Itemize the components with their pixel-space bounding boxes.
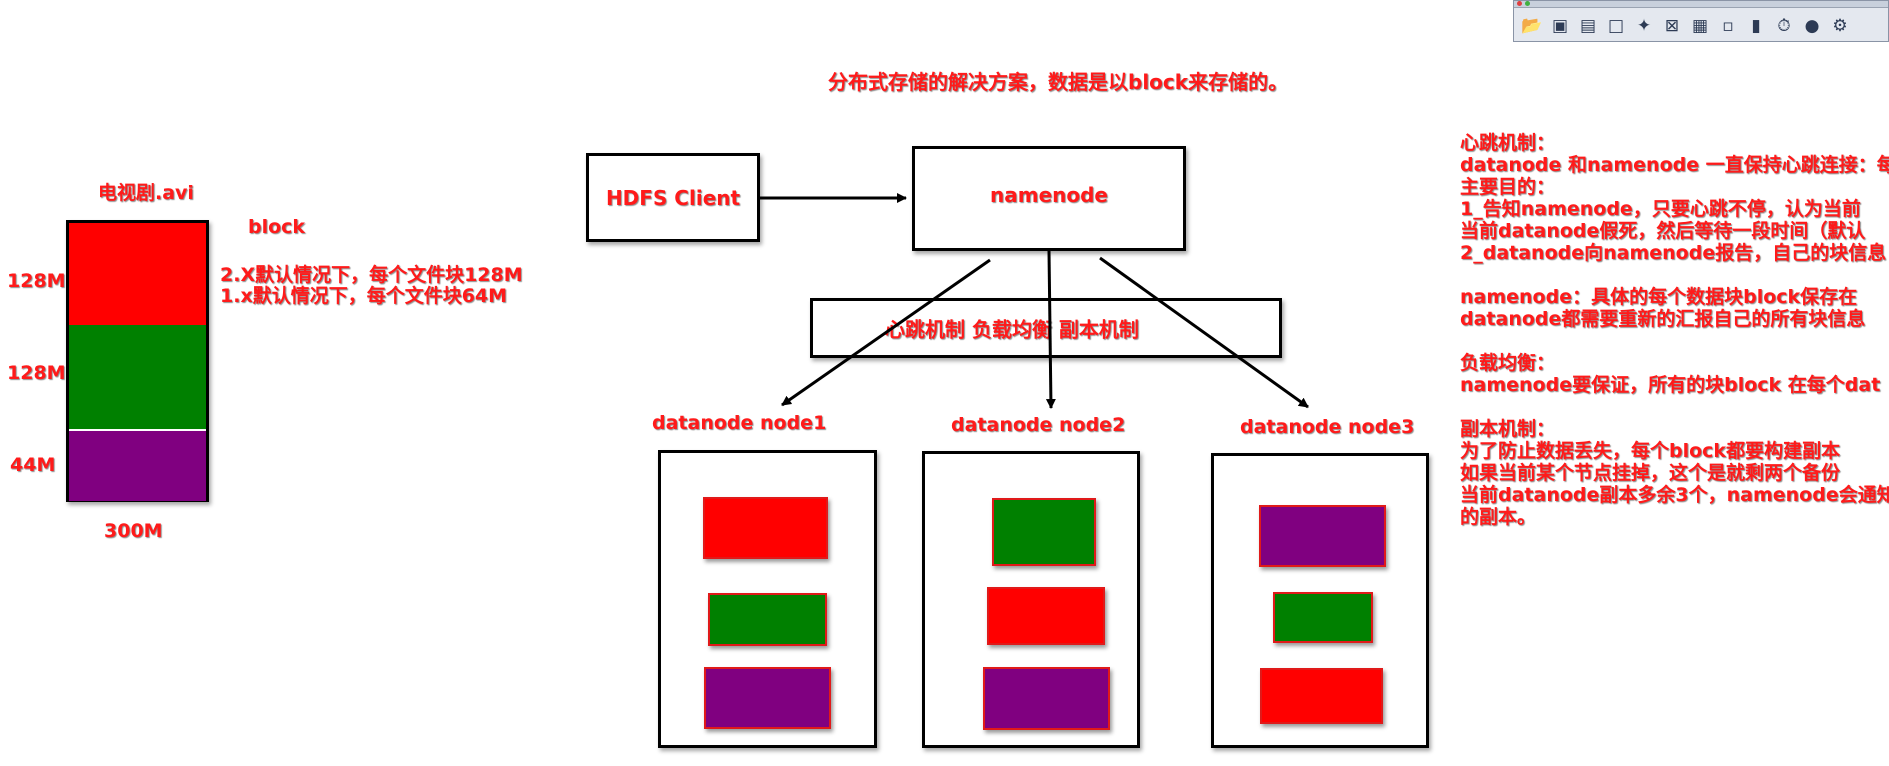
data-block	[708, 593, 827, 646]
heartbeat-line: 2_datanode向namenode报告，自己的块信息	[1460, 242, 1887, 264]
heartbeat-heading: 心跳机制：	[1460, 132, 1556, 154]
capture-scrolling-icon[interactable]: ▦	[1688, 14, 1712, 38]
data-block	[992, 498, 1096, 566]
data-block	[1260, 668, 1383, 724]
capture-object-icon[interactable]: ▤	[1576, 14, 1600, 38]
settings-icon[interactable]: ⚙	[1828, 14, 1852, 38]
datanode-label: datanode node3	[1240, 416, 1415, 438]
heartbeat-line: 1_告知namenode，只要心跳不停，认为当前	[1460, 198, 1861, 220]
toolbar-titlebar	[1514, 1, 1888, 8]
replica-line: 为了防止数据丢失，每个block都要构建副本	[1460, 440, 1841, 462]
namenode-to-node2-arrow	[1045, 250, 1056, 409]
datanode-label: datanode node1	[652, 412, 827, 434]
replica-line: 当前datanode副本多余3个，namenode会通知	[1460, 484, 1889, 506]
replica-line: 的副本。	[1460, 506, 1537, 528]
replica-line: 如果当前某个节点挂掉，这个是就剩两个备份	[1460, 462, 1841, 484]
timer-icon[interactable]: ⏱	[1772, 14, 1796, 38]
replica-heading: 副本机制：	[1460, 418, 1556, 440]
data-block	[983, 667, 1110, 730]
namenode-note-line: namenode：具体的每个数据块block保存在	[1460, 286, 1858, 308]
open-folder-icon[interactable]: 📂	[1520, 14, 1544, 38]
datanode-node1-box	[658, 450, 877, 748]
data-block	[703, 497, 828, 559]
balance-heading: 负载均衡：	[1460, 352, 1556, 374]
data-block	[1259, 505, 1386, 567]
explanation-notes: 心跳机制： datanode 和namenode 一直保持心跳连接：每 主要目的…	[1460, 132, 1889, 528]
namenode-note-line: datanode都需要重新的汇报自己的所有块信息	[1460, 308, 1866, 330]
output-color-icon[interactable]: ●	[1800, 14, 1824, 38]
capture-window-icon[interactable]: ▣	[1548, 14, 1572, 38]
namenode-to-node3-arrow	[1099, 256, 1309, 409]
datanode-node2-box	[922, 451, 1140, 748]
capture-rectangle-icon[interactable]: □	[1604, 14, 1628, 38]
data-block	[704, 667, 831, 729]
record-video-icon[interactable]: ▮	[1744, 14, 1768, 38]
namenode-to-node1-arrow	[781, 258, 991, 407]
heartbeat-line: 当前datanode假死，然后等待一段时间（默认	[1460, 220, 1866, 242]
data-block	[1273, 592, 1373, 643]
capture-fixed-region-icon[interactable]: ▫	[1716, 14, 1740, 38]
capture-freehand-icon[interactable]: ✦	[1632, 14, 1656, 38]
capture-toolbar: 📂 ▣ ▤ □ ✦ ⊠ ▦ ▫ ▮ ⏱ ● ⚙	[1513, 0, 1889, 42]
capture-fullscreen-icon[interactable]: ⊠	[1660, 14, 1684, 38]
heartbeat-line: datanode 和namenode 一直保持心跳连接：每	[1460, 154, 1889, 176]
datanode-label: datanode node2	[951, 414, 1126, 436]
balance-line: namenode要保证，所有的块block 在每个dat	[1460, 374, 1881, 396]
data-block	[987, 587, 1105, 645]
datanode-node3-box	[1211, 453, 1429, 748]
heartbeat-line: 主要目的：	[1460, 176, 1556, 198]
